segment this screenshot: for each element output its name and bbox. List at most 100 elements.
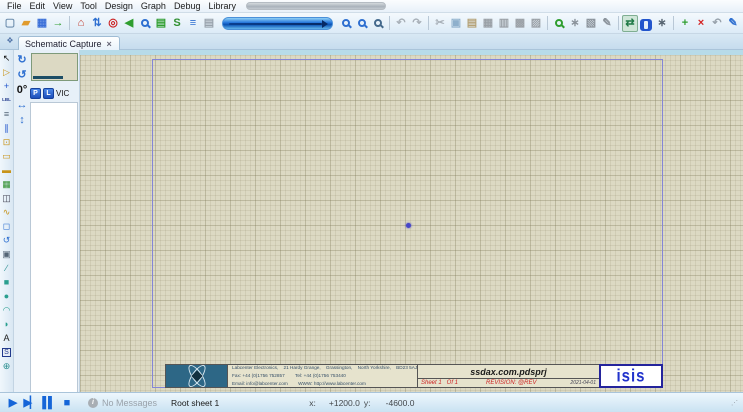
selector-label: VIC xyxy=(56,89,69,98)
tape-recorder-mode-icon[interactable]: ◫ xyxy=(0,191,13,205)
2d-arc-mode-icon[interactable]: ◠ xyxy=(0,303,13,317)
packaging-tool-icon[interactable]: ▧ xyxy=(583,15,599,32)
make-device-icon[interactable]: ∗ xyxy=(567,15,583,32)
message-area[interactable]: i No Messages xyxy=(88,398,157,408)
toolbar-group-file-view: ▢▰▦→⌂⇅◎◀▤S≡▤ xyxy=(2,13,217,33)
center-at-cursor-icon[interactable]: ◎ xyxy=(105,15,121,32)
simulation-controls: ▶▶▏▌▌■ xyxy=(4,395,74,411)
remove-sheet-icon[interactable]: × xyxy=(693,15,709,32)
2d-line-mode-icon[interactable]: ∕ xyxy=(0,261,13,275)
stop-button[interactable]: ■ xyxy=(58,395,74,411)
current-probe-mode-icon[interactable]: ↺ xyxy=(0,233,13,247)
edit-design-properties-icon[interactable]: ✎ xyxy=(725,15,741,32)
pick-devices-button[interactable]: P xyxy=(30,88,41,99)
info-icon: i xyxy=(88,398,98,408)
netlist-icon[interactable]: ▤ xyxy=(201,15,217,32)
find-component-icon[interactable] xyxy=(137,15,153,32)
mirror-vertical-icon[interactable]: ↕ xyxy=(15,112,29,127)
close-tab-icon[interactable]: × xyxy=(106,39,113,49)
search-and-tag-icon[interactable] xyxy=(638,15,654,32)
virtual-instruments-mode-icon[interactable]: ▣ xyxy=(0,247,13,261)
2d-symbol-mode-icon[interactable]: S xyxy=(0,345,13,359)
rotate-clockwise-icon[interactable]: ↻ xyxy=(15,52,29,67)
menu-item[interactable]: Debug xyxy=(170,1,205,11)
rotation-angle-display[interactable]: 0° xyxy=(15,82,29,97)
voltage-probe-mode-icon[interactable]: ◻ xyxy=(0,219,13,233)
tab-schematic-capture[interactable]: Schematic Capture × xyxy=(18,36,120,50)
goto-parent-sheet-icon[interactable]: ↶ xyxy=(709,15,725,32)
main-toolbar: ▢▰▦→⌂⇅◎◀▤S≡▤ ↶↷✂▣▤▦▥▩▨∗▧✎⇄∗+×↶✎ xyxy=(0,13,743,34)
block-rotate-icon[interactable]: ▩ xyxy=(512,15,528,32)
toolbar-separator xyxy=(389,16,390,30)
toolbar-group-edit-design: ↶↷✂▣▤▦▥▩▨∗▧✎⇄∗+×↶✎ xyxy=(338,13,741,33)
paste-icon[interactable]: ▤ xyxy=(464,15,480,32)
2d-circle-mode-icon[interactable]: ● xyxy=(0,289,13,303)
overview-window[interactable] xyxy=(31,53,78,81)
undo-icon[interactable]: ↶ xyxy=(393,15,409,32)
graph-mode-icon[interactable]: ▦ xyxy=(0,177,13,191)
save-icon[interactable]: ▦ xyxy=(34,15,50,32)
menu-item[interactable]: Graph xyxy=(137,1,170,11)
schematic-canvas[interactable]: Labcenter Electronics, 21 Hardy Grange, … xyxy=(80,50,743,392)
open-folder-icon[interactable]: ▰ xyxy=(18,15,34,32)
junction-dot-mode-icon[interactable]: + xyxy=(0,79,13,93)
copy-icon[interactable]: ▣ xyxy=(448,15,464,32)
generator-mode-icon[interactable]: ∿ xyxy=(0,205,13,219)
selection-mode-icon[interactable]: ↖ xyxy=(0,51,13,65)
block-move-icon[interactable]: ▥ xyxy=(496,15,512,32)
menu-items: FileEditViewToolDesignGraphDebugLibrary xyxy=(3,1,240,11)
mirror-horizontal-icon[interactable]: ↔ xyxy=(15,97,29,112)
subcircuit-mode-icon[interactable]: ⊡ xyxy=(0,135,13,149)
terminal-mode-icon[interactable]: ▭ xyxy=(0,149,13,163)
cut-icon[interactable]: ✂ xyxy=(432,15,448,32)
wire-autorouter-icon[interactable]: ⇄ xyxy=(622,15,638,32)
overview-titleblock xyxy=(33,76,63,79)
main-area: ↖▷+LBL≡∥⊡▭▬▦◫∿◻↺▣∕■●◠◗AS⊕ ↻↺0°↔↕ P L VIC xyxy=(0,50,743,392)
object-selector-list[interactable] xyxy=(30,102,78,392)
zoom-slider[interactable] xyxy=(222,17,333,30)
zoom-area-icon[interactable] xyxy=(370,15,386,32)
menu-item[interactable]: Library xyxy=(204,1,240,11)
marker-mode-icon[interactable]: ⊕ xyxy=(0,359,13,373)
zoom-out-icon[interactable] xyxy=(338,15,354,32)
design-explorer-icon[interactable]: ▤ xyxy=(153,15,169,32)
menu-item[interactable]: Tool xyxy=(76,1,101,11)
zoom-in-icon[interactable] xyxy=(354,15,370,32)
block-copy-icon[interactable]: ▦ xyxy=(480,15,496,32)
menu-item[interactable]: File xyxy=(3,1,26,11)
menu-overflow-bar xyxy=(246,2,386,10)
new-file-icon[interactable]: ▢ xyxy=(2,15,18,32)
menu-item[interactable]: View xyxy=(49,1,76,11)
rotate-anticlockwise-icon[interactable]: ↺ xyxy=(15,67,29,82)
menu-item[interactable]: Edit xyxy=(26,1,50,11)
wire-label-mode-icon[interactable]: LBL xyxy=(0,93,13,107)
pause-button[interactable]: ▌▌ xyxy=(40,395,56,411)
electrical-report-icon[interactable]: ≡ xyxy=(185,15,201,32)
toolbar-separator xyxy=(428,16,429,30)
component-mode-icon[interactable]: ▷ xyxy=(0,65,13,79)
decompose-icon[interactable]: ✎ xyxy=(599,15,615,32)
block-delete-icon[interactable]: ▨ xyxy=(528,15,544,32)
pages-icon[interactable]: ❖ xyxy=(4,36,16,48)
import-icon[interactable]: → xyxy=(50,15,66,32)
library-button[interactable]: L xyxy=(43,88,54,99)
2d-text-mode-icon[interactable]: A xyxy=(0,331,13,345)
bill-of-materials-icon[interactable]: S xyxy=(169,15,185,32)
bus-mode-icon[interactable]: ∥ xyxy=(0,121,13,135)
menu-item[interactable]: Design xyxy=(101,1,137,11)
pick-parts-icon[interactable] xyxy=(551,15,567,32)
2d-path-mode-icon[interactable]: ◗ xyxy=(0,317,13,331)
resize-grip[interactable]: ⋰ xyxy=(731,399,739,407)
play-button[interactable]: ▶ xyxy=(4,395,20,411)
home-icon[interactable]: ⌂ xyxy=(73,15,89,32)
goto-sheet-icon[interactable]: ◀ xyxy=(121,15,137,32)
step-button[interactable]: ▶▏ xyxy=(22,395,38,411)
2d-box-mode-icon[interactable]: ■ xyxy=(0,275,13,289)
object-selector-header: P L VIC xyxy=(30,88,69,99)
redo-icon[interactable]: ↷ xyxy=(409,15,425,32)
new-sheet-icon[interactable]: + xyxy=(677,15,693,32)
property-assignment-icon[interactable]: ∗ xyxy=(654,15,670,32)
text-script-mode-icon[interactable]: ≡ xyxy=(0,107,13,121)
refresh-display-icon[interactable]: ⇅ xyxy=(89,15,105,32)
device-pin-mode-icon[interactable]: ▬ xyxy=(0,163,13,177)
